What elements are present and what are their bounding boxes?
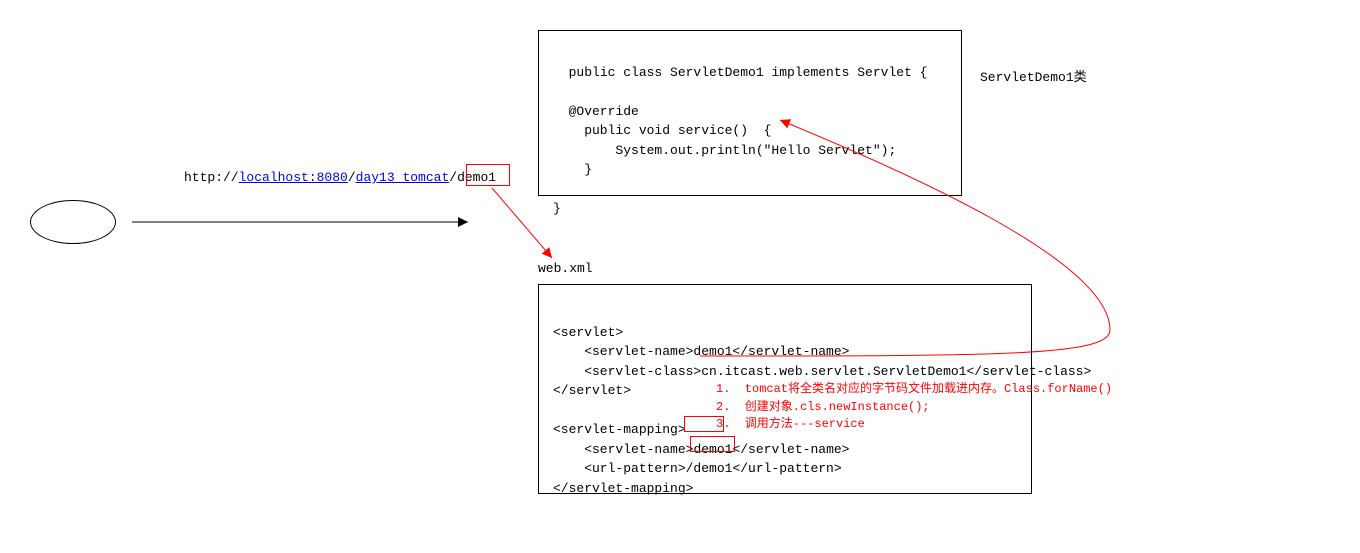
url-slash1: / — [348, 170, 356, 185]
url-demo-highlight — [466, 164, 510, 186]
xml-l4: </servlet> — [553, 383, 631, 398]
servlet-code: public class ServletDemo1 implements Ser… — [553, 65, 927, 217]
xml-l6: <servlet-mapping> — [553, 422, 686, 437]
url-pattern-highlight — [690, 436, 735, 452]
xml-l9: </servlet-mapping> — [553, 481, 693, 496]
steps-text: 1. tomcat将全类名对应的字节码文件加载进内存。Class.forName… — [716, 364, 1112, 434]
url-prefix: http:// — [184, 170, 239, 185]
xml-l2: <servlet-name>demo1</servlet-name> — [553, 344, 849, 359]
webxml-label: web.xml — [538, 261, 593, 276]
step-3: 3. 调用方法---service — [716, 417, 865, 431]
url-host[interactable]: localhost:8080 — [239, 170, 348, 185]
servlet-code-box: public class ServletDemo1 implements Ser… — [538, 30, 962, 196]
class-label: ServletDemo1类 — [980, 66, 1087, 85]
xml-l8c: </url-pattern> — [732, 461, 841, 476]
xml-l8a: <url-pattern> — [553, 461, 686, 476]
xml-l7a: <servlet-name> — [553, 442, 693, 457]
client-ellipse — [30, 200, 116, 244]
xml-l7c: </servlet-name> — [732, 442, 849, 457]
url-text: http://localhost:8080/day13_tomcat/demo1 — [184, 170, 496, 185]
url-path[interactable]: day13_tomcat — [356, 170, 450, 185]
step-1: 1. tomcat将全类名对应的字节码文件加载进内存。Class.forName… — [716, 382, 1112, 396]
url-to-webxml-arrow — [492, 188, 552, 258]
xml-l1: <servlet> — [553, 325, 623, 340]
url-slash2: / — [449, 170, 457, 185]
xml-l8b: /demo1 — [686, 461, 733, 476]
step-2: 2. 创建对象.cls.newInstance(); — [716, 400, 930, 414]
